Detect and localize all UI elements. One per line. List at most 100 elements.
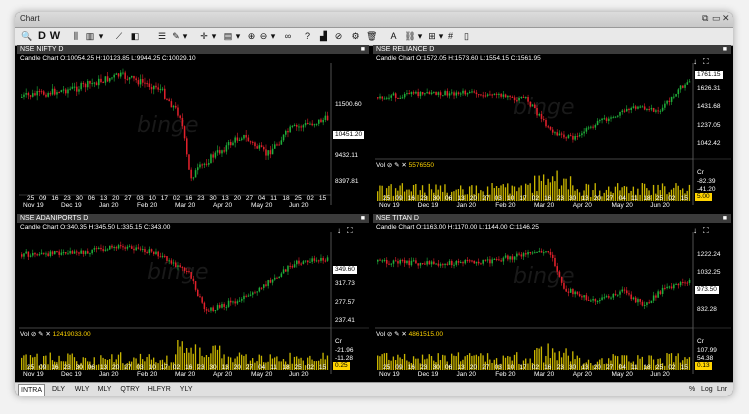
gear-icon[interactable]: ⚙	[350, 30, 361, 43]
price-chart[interactable]	[17, 214, 369, 380]
periodicity-tab[interactable]: QTRY	[118, 384, 141, 396]
candle-body	[661, 107, 664, 111]
candle-body	[208, 163, 210, 165]
chevron-down-icon[interactable]: ▾	[269, 30, 277, 43]
volume-bar	[379, 185, 381, 201]
log-toggle[interactable]: Log	[699, 384, 715, 396]
zoom-in-icon[interactable]: ⊕	[246, 30, 257, 43]
candle-body	[186, 138, 188, 155]
panel-reliance[interactable]: NSE RELIANCE D ■ Candle Chart O:1572.05 …	[373, 45, 731, 211]
candle-body	[164, 255, 166, 257]
candle-body	[263, 284, 265, 288]
candle-body	[634, 106, 637, 109]
candle-body	[201, 164, 203, 166]
panel-titan[interactable]: NSE TITAN D ■ Candle Chart O:1163.00 H:1…	[373, 214, 731, 380]
volume-bar	[601, 196, 603, 201]
volume-bar	[442, 354, 444, 370]
candle-body	[73, 86, 76, 88]
volume-bar	[453, 191, 455, 201]
candle-body	[298, 126, 300, 128]
periodicity-tab[interactable]: DLY	[50, 384, 67, 396]
candle-body	[410, 92, 413, 95]
percent-toggle[interactable]: %	[687, 384, 697, 396]
price-chart[interactable]	[373, 45, 731, 211]
line-chart-icon[interactable]: ⟋	[114, 30, 124, 43]
candle-body	[170, 260, 173, 264]
chevron-down-icon[interactable]: ▾	[97, 30, 105, 43]
trash-icon[interactable]: 🗑	[366, 30, 377, 43]
month-tick: Apr 20	[572, 371, 592, 378]
layout-icon[interactable]: ▤	[222, 30, 234, 43]
search-icon[interactable]: 🔍	[21, 30, 32, 43]
restore-icon[interactable]: ⧉	[702, 13, 708, 24]
candle-body	[379, 96, 381, 99]
chevron-down-icon[interactable]: ▾	[416, 30, 424, 43]
document-icon[interactable]: ▯	[461, 30, 472, 43]
linear-toggle[interactable]: Lnr	[715, 384, 729, 396]
candle-body	[520, 96, 523, 98]
candle-body	[377, 97, 379, 99]
candle-body	[446, 91, 449, 96]
pencil-icon[interactable]: ✎	[38, 331, 43, 338]
candle-body	[285, 269, 287, 272]
lines-icon[interactable]: ☰	[157, 30, 167, 43]
periodicity-tab[interactable]: MLY	[96, 384, 114, 396]
candle-body	[212, 154, 214, 158]
chevron-down-icon[interactable]: ▾	[234, 30, 242, 43]
month-tick: Mar 20	[534, 371, 555, 378]
panel-adaniports[interactable]: NSE ADANIPORTS D ■ Candle Chart O:340.35…	[17, 214, 369, 380]
candle-body	[113, 74, 115, 78]
eye-off-icon[interactable]: ⊘	[31, 331, 36, 338]
candle-body	[65, 89, 67, 94]
volume-header: Vol ⊘ ✎ ✕ 5576550	[376, 161, 434, 169]
periodicity-tab[interactable]: HLFYR	[146, 384, 173, 396]
month-tick: Feb 20	[495, 202, 516, 209]
candle-body	[256, 146, 258, 149]
price-chart[interactable]	[17, 45, 369, 211]
crosshair-icon[interactable]: ✛	[198, 30, 210, 43]
candle-type-icon[interactable]: ⫼	[70, 30, 82, 43]
weekly-button[interactable]: W	[49, 30, 61, 43]
close-icon[interactable]: ✕	[45, 331, 52, 338]
zoom-out-icon[interactable]: ⊖	[258, 30, 269, 43]
close-icon[interactable]: ✕	[722, 13, 730, 24]
stats-icon[interactable]: ▟	[318, 30, 329, 43]
panel-nifty[interactable]: NSE NIFTY D ■ Candle Chart O:10054.25 H:…	[17, 45, 369, 211]
date-tick: 13	[99, 364, 108, 371]
volume-bar	[527, 363, 529, 370]
periodicity-tab[interactable]: INTRA	[18, 384, 45, 396]
close-icon[interactable]: ✕	[401, 331, 408, 338]
text-tool-icon[interactable]: A	[388, 30, 399, 43]
indicator-icon[interactable]: ◧	[129, 30, 141, 43]
candle-body	[324, 260, 327, 262]
pencil-icon[interactable]: ✎	[394, 331, 399, 338]
candle-body	[315, 123, 318, 125]
eye-off-icon[interactable]: ⊘	[387, 331, 392, 338]
candle-body	[511, 96, 514, 98]
periodicity-tab[interactable]: WLY	[73, 384, 92, 396]
close-icon[interactable]: ✕	[401, 162, 408, 169]
candle-body	[583, 131, 585, 134]
date-tick: 16	[544, 195, 552, 202]
eye-off-icon[interactable]: ⊘	[333, 30, 344, 43]
bar-type-icon[interactable]: ▥	[84, 30, 96, 43]
fit-icon[interactable]: ∞	[282, 30, 294, 43]
tile-icon[interactable]: ▭	[712, 13, 721, 24]
chevron-down-icon[interactable]: ▾	[210, 30, 218, 43]
price-chart[interactable]	[373, 214, 731, 380]
link-icon[interactable]: ⛓	[404, 30, 416, 43]
eye-off-icon[interactable]: ⊘	[387, 162, 392, 169]
candle-body	[150, 87, 153, 90]
candle-body	[155, 251, 157, 255]
help-icon[interactable]: ?	[302, 30, 313, 43]
volume-bar	[628, 361, 630, 370]
chevron-down-icon[interactable]: ▾	[181, 30, 189, 43]
volume-bar	[390, 360, 392, 370]
grid-icon[interactable]: #	[445, 30, 456, 43]
volume-bar	[590, 363, 592, 370]
pencil-icon[interactable]: ✎	[394, 162, 399, 169]
daily-button[interactable]: D	[37, 30, 47, 43]
date-tick: 02	[306, 195, 314, 202]
periodicity-tab[interactable]: YLY	[178, 384, 195, 396]
chevron-down-icon[interactable]: ▾	[437, 30, 445, 43]
